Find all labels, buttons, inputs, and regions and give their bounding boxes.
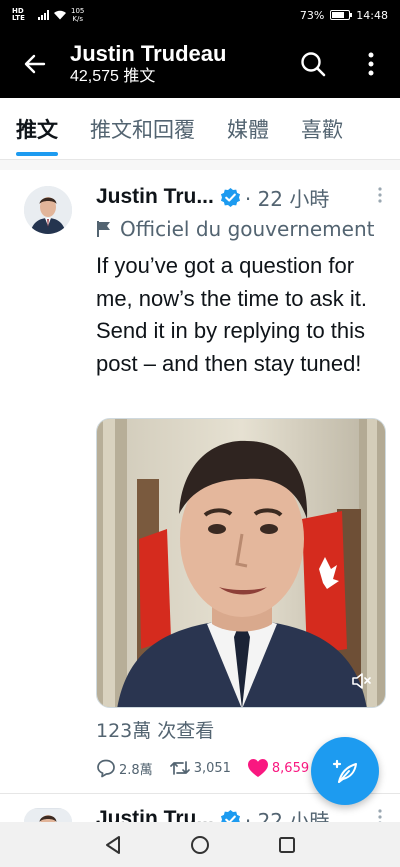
speaker-muted-icon (352, 673, 371, 689)
system-navigation-bar (0, 822, 400, 867)
retweet-button[interactable]: 3,051 (169, 758, 231, 778)
arrow-left-icon (24, 54, 46, 74)
compose-feather-icon (332, 759, 357, 783)
tab-tweets-and-replies-label: 推文和回覆 (90, 117, 195, 142)
signal-icon (38, 10, 49, 20)
mute-button[interactable] (347, 667, 375, 695)
retweet-icon (169, 761, 190, 775)
more-vertical-icon (368, 52, 374, 76)
wifi-icon (54, 10, 66, 20)
heart-icon (247, 759, 268, 777)
tweet-header: Justin Tru... · 22 小時 (96, 182, 392, 212)
tweet-time: · 22 小時 (244, 186, 330, 211)
search-icon (301, 52, 326, 77)
network-speed-value: 105 (71, 7, 85, 15)
nav-recents-button[interactable] (267, 825, 307, 865)
battery-percent: 73% (299, 8, 325, 22)
reply-button[interactable]: 2.8萬 (96, 758, 153, 778)
nav-home-button[interactable] (180, 825, 220, 865)
profile-header: Justin Trudeau 42,575 推文 (0, 30, 400, 98)
section-divider (0, 160, 400, 170)
tab-media-label: 媒體 (227, 117, 269, 142)
network-speed: 105 K/s (71, 7, 84, 23)
circle-home-icon (190, 835, 209, 854)
tweet-author[interactable]: Justin Tru... (96, 185, 214, 209)
status-left: HD LTE 105 K/s (12, 7, 84, 23)
compose-tweet-button[interactable] (311, 737, 379, 805)
avatar[interactable] (24, 186, 72, 234)
status-right: 73% 14:48 (300, 9, 388, 22)
government-label[interactable]: Officiel du gouvernement (96, 214, 400, 244)
search-button[interactable] (284, 30, 342, 98)
tab-tweets-and-replies[interactable]: 推文和回覆 (74, 98, 211, 159)
like-button[interactable]: 8,659 (247, 758, 309, 778)
battery-icon (330, 10, 353, 20)
clock: 14:48 (356, 8, 388, 22)
profile-name: Justin Trudeau (70, 41, 227, 66)
tab-media[interactable]: 媒體 (211, 98, 285, 159)
tab-tweets-label: 推文 (16, 117, 58, 142)
avatar-portrait (24, 809, 72, 822)
avatar[interactable] (24, 808, 72, 822)
triangle-back-icon (106, 835, 121, 854)
tab-tweets[interactable]: 推文 (0, 98, 74, 159)
tweet-video[interactable] (96, 418, 386, 708)
square-recents-icon (278, 836, 295, 853)
flag-icon (97, 221, 110, 237)
retweet-count: 3,051 (193, 760, 231, 776)
reply-count: 2.8萬 (119, 762, 153, 778)
nav-back-button[interactable] (93, 825, 133, 865)
network-speed-unit: K/s (72, 15, 83, 23)
tweet-text: If you’ve got a question for me, now’s t… (96, 253, 368, 376)
tab-likes-label: 喜歡 (301, 117, 343, 142)
verified-badge-icon (220, 187, 240, 207)
view-count: 123萬 次查看 (96, 720, 215, 742)
tab-likes[interactable]: 喜歡 (285, 98, 359, 159)
profile-tabs: 推文 推文和回覆 媒體 喜歡 (0, 98, 400, 160)
tweet-count: 42,575 推文 (70, 68, 156, 85)
video-thumbnail (97, 419, 385, 707)
more-options-button[interactable] (342, 30, 400, 98)
like-count: 8,659 (271, 760, 310, 776)
status-bar: HD LTE 105 K/s 73% 14:48 (0, 0, 400, 30)
tweet-more-button[interactable] (368, 186, 392, 208)
avatar-portrait (24, 186, 72, 234)
header-title-block: Justin Trudeau 42,575 推文 (50, 41, 284, 87)
battery-level (332, 12, 344, 18)
network-type: HD LTE (12, 7, 25, 22)
government-label-text: Officiel du gouvernement (120, 217, 375, 241)
reply-icon (97, 759, 115, 778)
more-vertical-icon (378, 186, 382, 203)
